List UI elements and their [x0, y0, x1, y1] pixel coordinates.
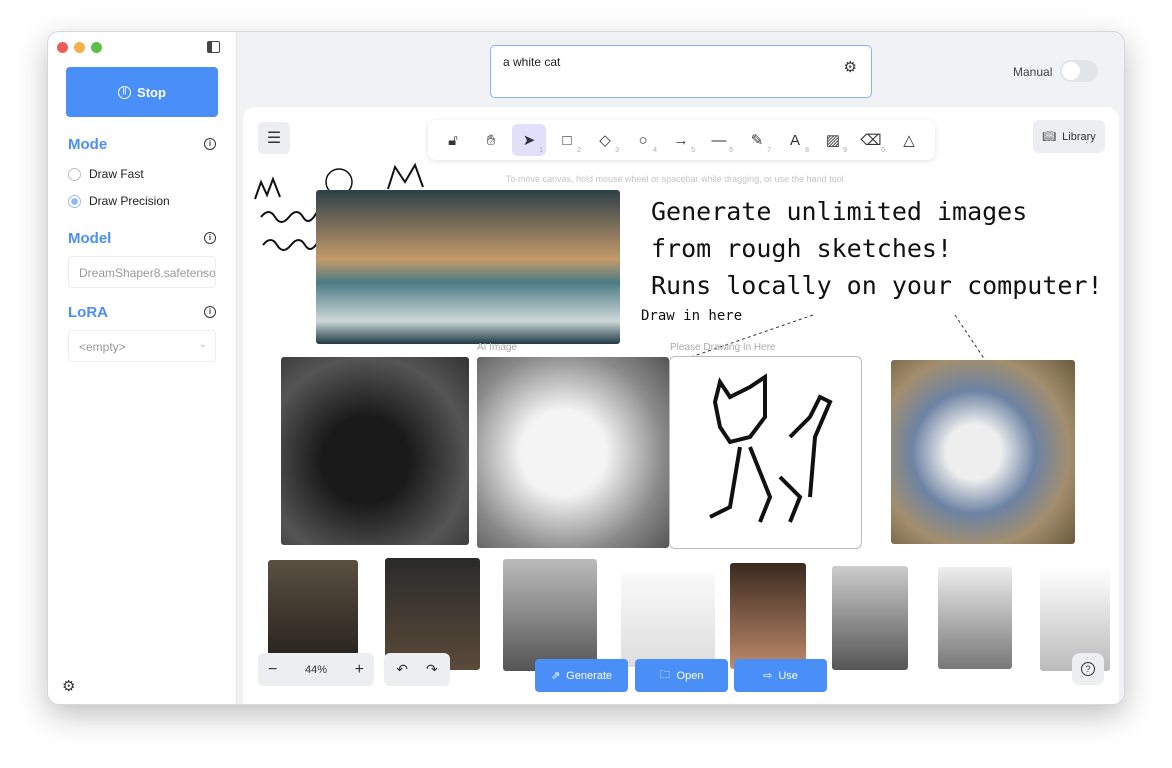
- library-button[interactable]: 📖︎Library: [1033, 120, 1105, 153]
- shapes-icon: △: [903, 131, 915, 149]
- image-tool[interactable]: ▨9: [816, 124, 850, 156]
- cat-sketch: [670, 357, 860, 547]
- shapes-library-tool[interactable]: △: [892, 124, 926, 156]
- eraser-icon: ⌫: [860, 131, 881, 149]
- thumbnail-girl-1[interactable]: [268, 560, 358, 655]
- radio-draw-fast[interactable]: Draw Fast: [68, 167, 144, 181]
- lora-select[interactable]: <empty>⌄: [68, 330, 216, 362]
- use-button[interactable]: ⇨Use: [734, 659, 827, 692]
- pencil-icon: ✎: [751, 131, 764, 149]
- radio-draw-precision[interactable]: Draw Precision: [68, 194, 170, 208]
- history-control: ↶↷: [384, 653, 450, 686]
- generate-button[interactable]: ⇗Generate: [535, 659, 628, 692]
- chevron-down-icon: ⌄: [199, 339, 207, 350]
- undo-icon[interactable]: ↶: [396, 661, 408, 678]
- book-icon: 📖︎: [1042, 130, 1056, 143]
- mode-title: Mode: [68, 136, 107, 153]
- model-info-icon[interactable]: i: [204, 232, 216, 244]
- hamburger-icon: ☰: [267, 128, 281, 148]
- drawing-area-label: Please Drawing In Here: [670, 342, 776, 353]
- model-title: Model: [68, 230, 111, 247]
- circle-tool[interactable]: ○4: [626, 124, 660, 156]
- text-icon: A: [790, 132, 800, 149]
- diamond-icon: ◇: [599, 131, 611, 149]
- rectangle-tool[interactable]: □2: [550, 124, 584, 156]
- filter-settings-icon[interactable]: ⚙: [844, 58, 857, 76]
- question-icon: ?: [1081, 662, 1095, 676]
- black-cat-image[interactable]: [281, 357, 469, 545]
- circle-icon: ○: [638, 132, 647, 149]
- radio-circle-selected: [68, 195, 81, 208]
- zoom-in-button[interactable]: +: [355, 661, 364, 679]
- pause-icon: ||: [118, 86, 131, 99]
- share-icon: ⇗: [551, 669, 560, 682]
- manual-toggle[interactable]: [1060, 60, 1098, 82]
- line-tool[interactable]: —6: [702, 124, 736, 156]
- hand-tool[interactable]: ✋︎: [474, 124, 508, 156]
- thumbnail-girl-4[interactable]: [730, 563, 806, 669]
- minimize-window-button[interactable]: [74, 42, 85, 53]
- text-tool[interactable]: A8: [778, 124, 812, 156]
- lora-info-icon[interactable]: i: [204, 306, 216, 318]
- lock-tool[interactable]: 🔓︎: [436, 124, 470, 156]
- zoom-control: − 44% +: [258, 653, 374, 686]
- maximize-window-button[interactable]: [91, 42, 102, 53]
- diamond-tool[interactable]: ◇3: [588, 124, 622, 156]
- folder-icon: 🗀: [660, 666, 671, 685]
- eraser-tool[interactable]: ⌫0: [854, 124, 888, 156]
- chevron-down-icon: ⌄: [199, 265, 207, 276]
- sidebar: ||Stop Mode i Draw Fast Draw Precision M…: [48, 32, 237, 704]
- stop-button[interactable]: ||Stop: [66, 67, 218, 117]
- manual-label: Manual: [1013, 65, 1052, 79]
- lora-title: LoRA: [68, 304, 108, 321]
- hand-icon: ✋︎: [487, 132, 496, 149]
- redo-icon[interactable]: ↷: [426, 661, 438, 678]
- menu-button[interactable]: ☰: [258, 122, 290, 154]
- arrow-icon: →: [674, 132, 689, 149]
- rectangle-icon: □: [562, 132, 571, 149]
- draw-note: Draw in here: [641, 307, 742, 325]
- line-icon: —: [712, 132, 727, 149]
- open-button[interactable]: 🗀Open: [635, 659, 728, 692]
- zoom-level: 44%: [305, 664, 327, 676]
- thumbnail-girl-5[interactable]: [832, 566, 908, 670]
- ai-image-white-cat[interactable]: [477, 357, 669, 548]
- thumbnail-girl-3[interactable]: [503, 559, 597, 671]
- close-window-button[interactable]: [57, 42, 68, 53]
- drawing-area[interactable]: [669, 356, 862, 549]
- help-button[interactable]: ?: [1072, 653, 1104, 685]
- toggle-knob: [1062, 62, 1080, 80]
- zoom-out-button[interactable]: −: [268, 661, 277, 679]
- thumbnail-girl-sketch[interactable]: [621, 573, 715, 667]
- prompt-input[interactable]: a white cat⚙: [490, 45, 872, 98]
- radio-circle: [68, 168, 81, 181]
- drawing-canvas[interactable]: ☰ 🔓︎ ✋︎ ➤1 □2 ◇3 ○4 →5 —6 ✎7 A8 ▨9 ⌫0 △ …: [243, 107, 1119, 705]
- clay-cat-image[interactable]: [891, 360, 1075, 544]
- ai-image-label: AI Image: [477, 342, 517, 353]
- pointer-tool[interactable]: ➤1: [512, 124, 546, 156]
- image-icon: ▨: [826, 131, 840, 149]
- model-select[interactable]: DreamShaper8.safetensors⌄: [68, 256, 216, 288]
- lock-icon: 🔓︎: [448, 132, 458, 149]
- mode-info-icon[interactable]: i: [204, 138, 216, 150]
- thumbnail-girl-6[interactable]: [938, 567, 1012, 669]
- app-window: ||Stop Mode i Draw Fast Draw Precision M…: [47, 31, 1125, 705]
- sidebar-toggle-icon[interactable]: [207, 41, 220, 53]
- toolbar: 🔓︎ ✋︎ ➤1 □2 ◇3 ○4 →5 —6 ✎7 A8 ▨9 ⌫0 △: [428, 120, 935, 160]
- pencil-tool[interactable]: ✎7: [740, 124, 774, 156]
- pointer-icon: ➤: [523, 131, 536, 149]
- landscape-image[interactable]: [316, 190, 620, 344]
- headline: Generate unlimited imagesfrom rough sket…: [651, 193, 1103, 304]
- settings-gear-icon[interactable]: ⚙: [62, 677, 75, 695]
- arrow-tool[interactable]: →5: [664, 124, 698, 156]
- arrow-right-icon: ⇨: [763, 669, 772, 682]
